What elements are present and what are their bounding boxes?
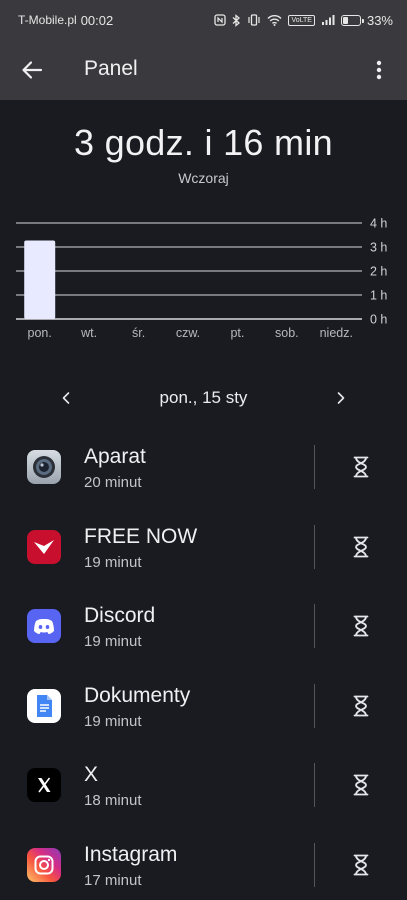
instagram-app-icon (27, 847, 61, 882)
app-bar: Panel (0, 40, 407, 100)
app-timer-button[interactable] (347, 771, 375, 799)
hourglass-icon (353, 854, 369, 875)
app-usage-time: 19 minut (84, 633, 142, 650)
x-tick-label: pt. (230, 326, 244, 340)
battery-icon (340, 14, 364, 26)
divider (314, 524, 315, 569)
app-name: Discord (84, 604, 156, 627)
hourglass-icon (353, 695, 369, 716)
back-button[interactable] (18, 56, 46, 84)
clock: 00:02 (80, 12, 114, 28)
more-vert-icon (376, 60, 382, 80)
wifi-icon (267, 14, 282, 26)
arrow-back-icon (22, 61, 43, 79)
app-usage-time: 18 minut (84, 792, 142, 809)
chart-bar[interactable] (24, 240, 56, 319)
y-tick-label: 2 h (370, 265, 387, 279)
list-item[interactable]: X 18 minut (0, 745, 407, 825)
previous-day-button[interactable] (52, 384, 80, 412)
carrier-name: T-Mobile.pl (18, 13, 77, 27)
chevron-right-icon (337, 392, 345, 404)
app-usage-time: 19 minut (84, 712, 142, 730)
chevron-left-icon (62, 392, 70, 404)
app-timer-button[interactable] (347, 692, 375, 720)
x-tick-label: czw. (176, 326, 200, 340)
list-item[interactable]: Aparat 20 minut (0, 427, 407, 507)
app-name: X (84, 763, 99, 786)
freenow-app-icon (27, 529, 61, 564)
app-usage-list: Aparat 20 minut FREE NOW 19 minut Discor… (0, 427, 407, 900)
y-tick-label: 4 h (370, 217, 387, 231)
status-bar: T-Mobile.pl 00:02 VoLTE 33% (0, 0, 407, 40)
signal-icon (321, 14, 335, 26)
x-tick-label: śr. (132, 326, 145, 340)
hourglass-icon (353, 615, 369, 637)
divider (314, 683, 315, 728)
vibrate-icon (247, 14, 261, 26)
app-usage-time: 17 minut (84, 871, 142, 889)
x-tick-label: wt. (80, 326, 97, 340)
app-timer-button[interactable] (347, 612, 375, 640)
battery-percent: 33% (366, 12, 393, 28)
next-day-button[interactable] (327, 384, 355, 412)
list-item[interactable]: Dokumenty 19 minut (0, 666, 407, 746)
more-options-button[interactable] (367, 56, 391, 84)
hourglass-icon (353, 774, 369, 796)
total-screen-time: 3 godz. i 16 min (74, 122, 333, 163)
hourglass-icon (353, 536, 369, 557)
page-title: Panel (84, 57, 138, 80)
volte-icon: VoLTE (288, 14, 315, 26)
app-usage-time: 19 minut (84, 553, 142, 571)
app-timer-button[interactable] (347, 533, 375, 561)
app-name: Dokumenty (84, 683, 191, 707)
discord-app-icon (27, 609, 61, 643)
app-timer-button[interactable] (347, 453, 375, 481)
date-navigator: pon., 15 sty (0, 380, 407, 416)
y-tick-label: 1 h (370, 289, 387, 303)
period-label: Wczoraj (178, 170, 229, 186)
x-tick-label: sob. (275, 326, 299, 340)
app-usage-time: 20 minut (84, 474, 142, 491)
usage-bar-chart[interactable]: 0 h 1 h 2 h 3 h 4 h pon. wt. śr. czw. pt. sob. nied… (0, 212, 407, 347)
app-name: FREE NOW (84, 524, 198, 548)
divider (314, 604, 315, 648)
app-timer-button[interactable] (347, 851, 375, 879)
x-app-icon (27, 768, 61, 802)
app-name: Aparat (84, 445, 146, 468)
list-item[interactable]: FREE NOW 19 minut (0, 507, 407, 587)
hourglass-icon (353, 456, 369, 478)
docs-app-icon (27, 688, 61, 723)
bluetooth-icon (232, 13, 241, 27)
y-tick-label: 0 h (370, 313, 387, 327)
divider (314, 445, 315, 489)
app-name: Instagram (84, 842, 178, 866)
camera-app-icon (27, 450, 61, 484)
divider (314, 763, 315, 807)
selected-date: pon., 15 sty (159, 388, 248, 407)
nfc-icon (214, 14, 227, 26)
y-tick-label: 3 h (370, 241, 387, 255)
x-tick-label: niedz. (320, 326, 353, 340)
x-tick-label: pon. (28, 326, 52, 340)
divider (314, 842, 315, 887)
list-item[interactable]: Discord 19 minut (0, 586, 407, 666)
list-item[interactable]: Instagram 17 minut (0, 825, 407, 900)
